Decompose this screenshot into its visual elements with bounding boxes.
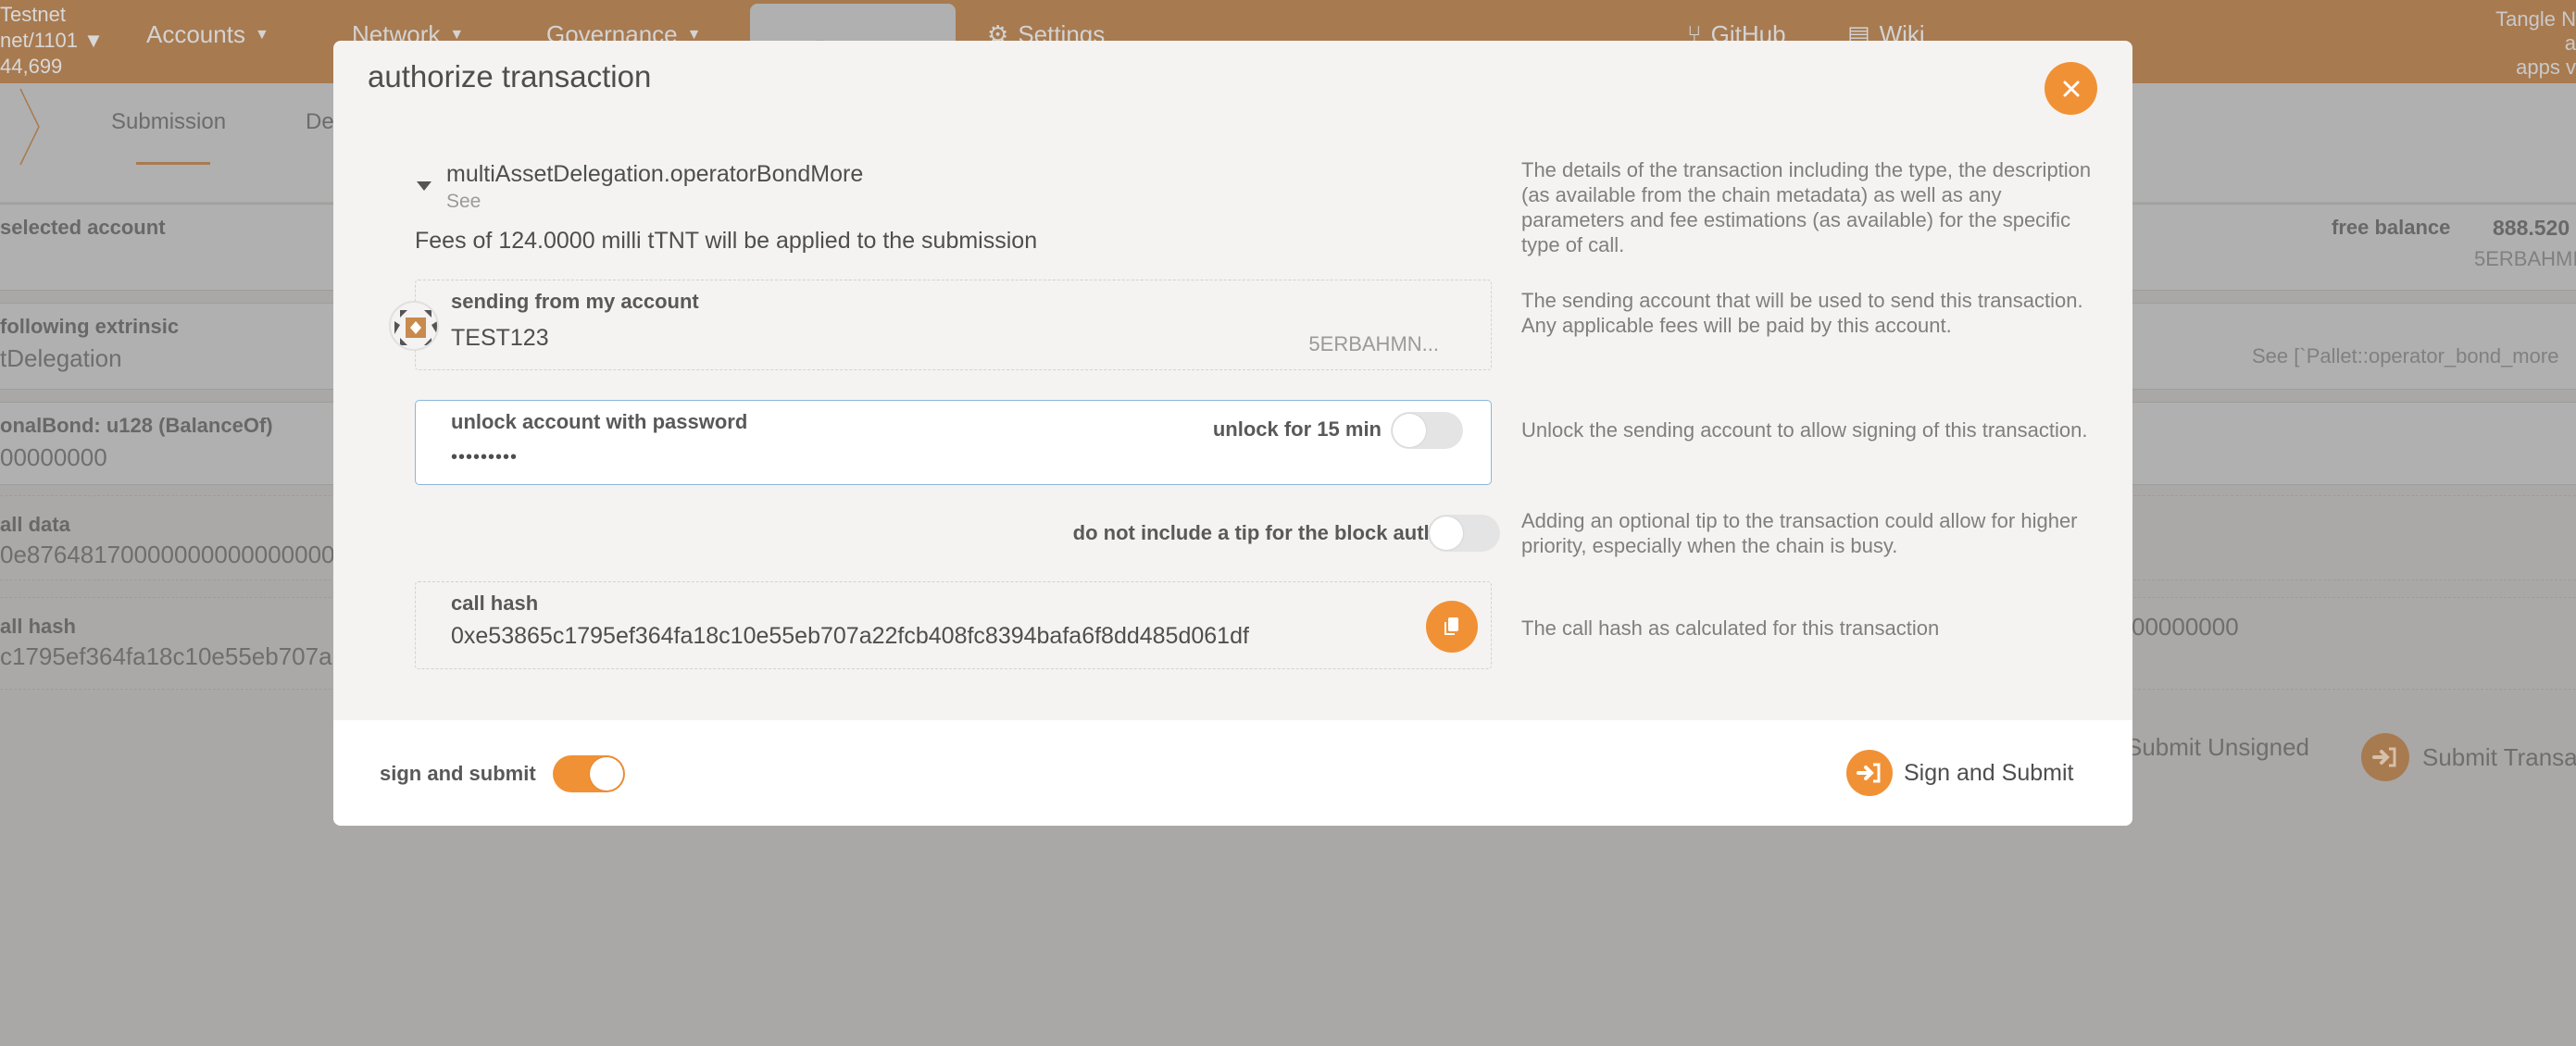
selected-account-label: selected account	[0, 216, 166, 239]
free-balance-value: 888.520	[2493, 216, 2570, 240]
help-call-hash: The call hash as calculated for this tra…	[1521, 616, 1940, 640]
call-hash-value: 0xe53865c1795ef364fa18c10e55eb707a22fcb4…	[451, 623, 1249, 649]
sign-in-icon	[2361, 733, 2409, 781]
network-selector[interactable]: Testnet net/1101 ▼ 44,699	[0, 2, 104, 80]
submit-transaction-label: Submit Transac	[2422, 742, 2576, 771]
network-name: Testnet	[0, 3, 66, 26]
sign-in-icon	[1846, 750, 1893, 796]
call-hash-label: all hash	[0, 615, 76, 638]
tip-toggle[interactable]	[1428, 515, 1500, 552]
breadcrumb-chevron-icon	[19, 88, 40, 166]
active-tab-indicator	[136, 162, 210, 165]
nav-accounts-label: Accounts	[146, 20, 245, 48]
help-details: The details of the transaction including…	[1521, 158, 2092, 256]
sender-label: sending from my account	[451, 290, 699, 313]
chain-name: Tangle N	[2495, 7, 2576, 31]
tip-label: do not include a tip for the block autho…	[1072, 521, 1457, 544]
extrinsic-label: following extrinsic	[0, 315, 180, 338]
extrinsic-doc: See [`Pallet::operator_bond_more	[2252, 344, 2559, 367]
sender-address: 5ERBAHMN...	[1308, 332, 1439, 355]
help-unlock: Unlock the sending account to allow sign…	[1521, 418, 2088, 442]
call-hash-label: call hash	[451, 591, 539, 615]
network-id-text: net/1101	[0, 29, 79, 52]
authorize-transaction-modal: authorize transaction multiAssetDelegati…	[333, 41, 2132, 826]
password-input[interactable]: •••••••••	[451, 447, 518, 468]
call-hash-box: call hash 0xe53865c1795ef364fa18c10e55eb…	[415, 581, 1492, 669]
sign-and-submit-label: sign and submit	[380, 762, 536, 785]
nav-accounts[interactable]: Accounts ▼	[146, 20, 269, 49]
call-name[interactable]: multiAssetDelegation.operatorBondMore	[446, 161, 863, 188]
block-number: 44,699	[0, 55, 63, 78]
help-tip: Adding an optional tip to the transactio…	[1521, 509, 2078, 557]
tab-decode[interactable]: De	[306, 109, 334, 135]
toggle-knob	[1430, 517, 1463, 550]
close-button[interactable]	[2045, 62, 2097, 115]
call-data-label: all data	[0, 513, 70, 536]
unlock-15min-toggle[interactable]	[1391, 412, 1463, 449]
app-version: Tangle N a apps v	[2495, 7, 2576, 80]
submit-unsigned-button[interactable]: Submit Unsigned	[2126, 733, 2309, 762]
param-input[interactable]: 00000000	[0, 443, 107, 472]
call-hash-value: c1795ef364fa18c10e55eb707a	[0, 642, 332, 670]
copy-icon	[1444, 617, 1458, 635]
expand-caret-icon[interactable]	[417, 181, 431, 191]
toggle-knob	[590, 757, 623, 791]
call-doc: See	[446, 191, 481, 212]
sender-account-box[interactable]: sending from my account TEST123 5ERBAHMN…	[415, 280, 1492, 370]
api-version: a	[2564, 31, 2576, 55]
close-icon	[2063, 81, 2079, 96]
sender-name: TEST123	[451, 325, 549, 351]
sign-and-submit-label-text: Sign and Submit	[1904, 759, 2074, 786]
help-sender: The sending account that will be used to…	[1521, 289, 2083, 337]
call-data-value: 0e876481700000000000000000	[0, 541, 348, 568]
param-label: onalBond: u128 (BalanceOf)	[0, 414, 273, 437]
chevron-down-icon: ▼	[254, 26, 269, 43]
account-identicon	[389, 301, 439, 351]
unlock-label: unlock account with password	[451, 410, 748, 433]
tab-submission[interactable]: Submission	[111, 109, 226, 135]
free-balance-label: free balance	[2332, 216, 2451, 239]
network-id: net/1101 ▼	[0, 28, 104, 54]
toggle-knob	[1393, 414, 1426, 447]
chevron-down-icon: ▼	[83, 29, 104, 52]
apps-version: apps v	[2516, 56, 2576, 79]
account-address: 5ERBAHMI	[2474, 247, 2576, 270]
modal-footer: sign and submit Sign and Submit	[333, 720, 2132, 826]
sign-and-submit-toggle[interactable]	[553, 755, 625, 792]
submit-transaction-button[interactable]: Submit Transac	[2361, 733, 2576, 781]
modal-title: authorize transaction	[368, 59, 652, 93]
unlock-15min-label: unlock for 15 min	[1212, 417, 1382, 441]
sign-and-submit-button[interactable]: Sign and Submit	[1846, 750, 2073, 796]
submit-unsigned-label: Submit Unsigned	[2126, 733, 2309, 761]
unlock-password-field[interactable]: unlock account with password ••••••••• u…	[415, 400, 1492, 485]
fees-text: Fees of 124.0000 milli tTNT will be appl…	[415, 228, 1038, 254]
extrinsic-pallet-select[interactable]: tDelegation	[0, 344, 122, 373]
copy-call-hash-button[interactable]	[1426, 601, 1478, 653]
call-hash-tail: 00000000	[2132, 613, 2239, 641]
